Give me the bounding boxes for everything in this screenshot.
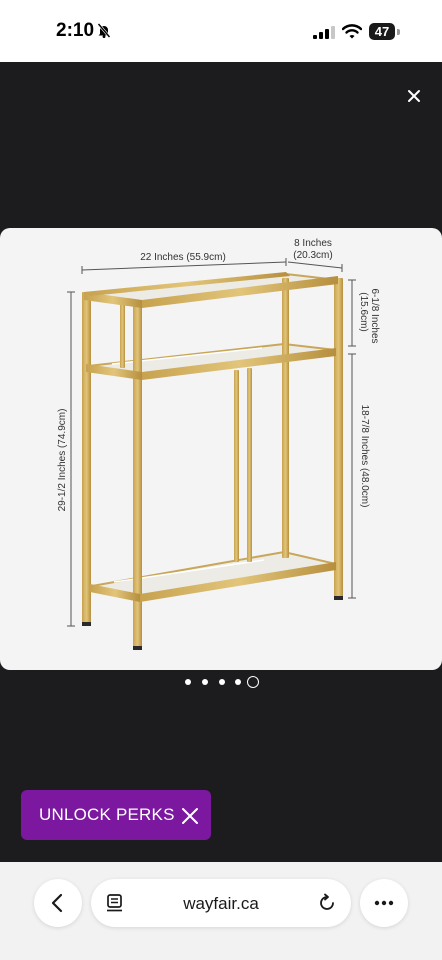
product-image[interactable]: 22 Inches (55.9cm) 8 Inches (20.3cm) 6-1…	[0, 228, 442, 670]
address-bar[interactable]: wayfair.ca	[91, 879, 351, 927]
top-gap-label-line1: 6-1/8 Inches	[369, 288, 380, 343]
unlock-perks-label: UNLOCK PERKS	[39, 805, 175, 824]
url-text: wayfair.ca	[183, 894, 259, 913]
status-time: 2:10	[56, 20, 95, 41]
carousel-dot[interactable]	[202, 679, 208, 685]
console-table-illustration: 22 Inches (55.9cm) 8 Inches (20.3cm) 6-1…	[57, 238, 380, 650]
depth-label-line2: (20.3cm)	[293, 250, 332, 261]
close-icon[interactable]	[400, 82, 428, 110]
top-gap-label-line2: (15.6cm)	[358, 292, 369, 331]
image-viewer: 22 Inches (55.9cm) 8 Inches (20.3cm) 6-1…	[0, 62, 442, 862]
unlock-perks-button[interactable]: UNLOCK PERKS	[21, 790, 211, 840]
dismiss-perks-icon[interactable]	[181, 807, 199, 825]
wifi-icon	[342, 24, 362, 39]
chevron-left-icon	[51, 893, 63, 913]
bell-slash-icon	[97, 23, 111, 38]
battery-icon: 47	[369, 23, 395, 40]
back-button[interactable]	[34, 879, 82, 927]
battery-level: 47	[374, 24, 390, 39]
width-label: 22 Inches (55.9cm)	[140, 252, 226, 263]
reload-icon[interactable]	[317, 893, 337, 913]
table-frame	[82, 272, 343, 650]
carousel-dot-active[interactable]	[247, 676, 259, 688]
lower-gap-label: 18-7/8 Inches (48.0cm)	[359, 405, 370, 508]
carousel-dots	[180, 674, 270, 690]
carousel-dot[interactable]	[235, 679, 241, 685]
more-button[interactable]	[360, 879, 408, 927]
carousel-dot[interactable]	[185, 679, 191, 685]
battery-nub	[397, 29, 400, 35]
more-icon	[374, 900, 394, 906]
browser-toolbar: wayfair.ca	[0, 862, 442, 960]
cellular-signal-icon	[313, 26, 335, 39]
reader-mode-icon[interactable]	[105, 893, 125, 913]
status-bar: 2:10 47	[0, 0, 442, 62]
depth-label-line1: 8 Inches	[294, 238, 332, 249]
height-label: 29-1/2 Inches (74.9cm)	[57, 409, 68, 512]
carousel-dot[interactable]	[219, 679, 225, 685]
